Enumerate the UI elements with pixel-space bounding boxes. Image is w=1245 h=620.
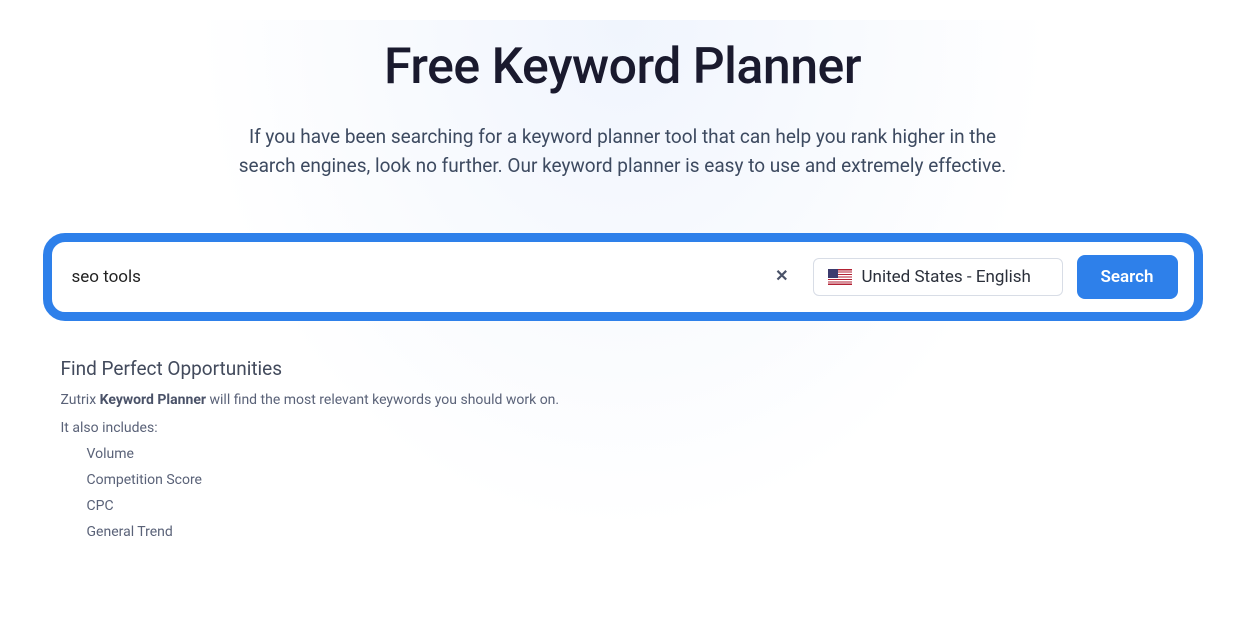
clear-input-button[interactable]: ✕ — [771, 265, 792, 289]
list-item: CPC — [87, 498, 1185, 514]
main-container: Free Keyword Planner If you have been se… — [0, 0, 1245, 540]
info-desc-prefix: Zutrix — [61, 392, 100, 408]
search-button[interactable]: Search — [1077, 255, 1178, 299]
info-desc-bold: Keyword Planner — [100, 392, 206, 408]
info-includes-label: It also includes: — [61, 420, 1185, 436]
info-title: Find Perfect Opportunities — [61, 357, 1185, 380]
page-subtitle: If you have been searching for a keyword… — [233, 122, 1013, 181]
search-input-wrap: ✕ — [68, 259, 799, 295]
list-item: General Trend — [87, 524, 1185, 540]
feature-list: Volume Competition Score CPC General Tre… — [61, 446, 1185, 540]
us-flag-icon — [828, 269, 852, 285]
page-title: Free Keyword Planner — [0, 38, 1245, 96]
close-icon: ✕ — [775, 268, 788, 285]
info-desc-suffix: will find the most relevant keywords you… — [206, 392, 559, 408]
info-description: Zutrix Keyword Planner will find the mos… — [61, 392, 1185, 408]
hero-section: Free Keyword Planner If you have been se… — [0, 0, 1245, 181]
search-panel: ✕ United States - English Search — [43, 233, 1203, 321]
list-item: Competition Score — [87, 472, 1185, 488]
info-block: Find Perfect Opportunities Zutrix Keywor… — [43, 357, 1203, 540]
locale-label: United States - English — [862, 267, 1031, 287]
locale-select[interactable]: United States - English — [813, 258, 1063, 296]
keyword-input[interactable] — [68, 259, 799, 295]
list-item: Volume — [87, 446, 1185, 462]
